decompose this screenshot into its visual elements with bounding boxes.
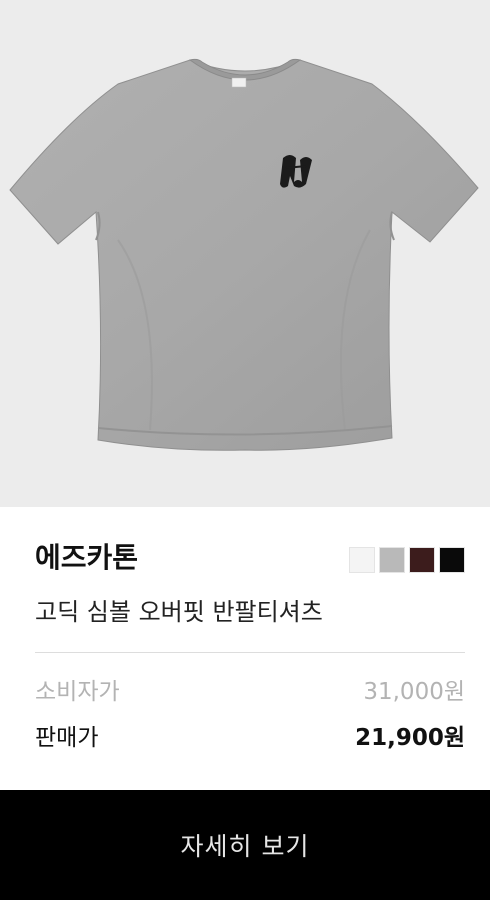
sale-price-label: 판매가 [35, 725, 99, 751]
product-card: 에즈카톤 고딕 심볼 오버핏 반팔티셔츠 소비자가 31,000원 판매가 21… [0, 0, 490, 900]
color-swatches [349, 547, 465, 573]
divider [35, 652, 465, 653]
sale-price-row: 판매가 21,900원 [35, 722, 465, 754]
swatch-black[interactable] [439, 547, 465, 573]
retail-price-label: 소비자가 [35, 679, 120, 705]
brand-name[interactable]: 에즈카톤 [35, 540, 138, 576]
retail-price-value: 31,000원 [363, 679, 465, 705]
product-info: 에즈카톤 고딕 심볼 오버핏 반팔티셔츠 소비자가 31,000원 판매가 21… [0, 507, 490, 790]
product-image[interactable] [0, 0, 490, 507]
tshirt-image-icon [0, 0, 490, 507]
swatch-brown[interactable] [409, 547, 435, 573]
product-name[interactable]: 고딕 심볼 오버핏 반팔티셔츠 [35, 595, 323, 629]
retail-price-row: 소비자가 31,000원 [35, 676, 465, 708]
swatch-white[interactable] [349, 547, 375, 573]
view-details-button[interactable]: 자세히 보기 [0, 790, 490, 900]
swatch-gray[interactable] [379, 547, 405, 573]
sale-price-value: 21,900원 [355, 725, 465, 751]
